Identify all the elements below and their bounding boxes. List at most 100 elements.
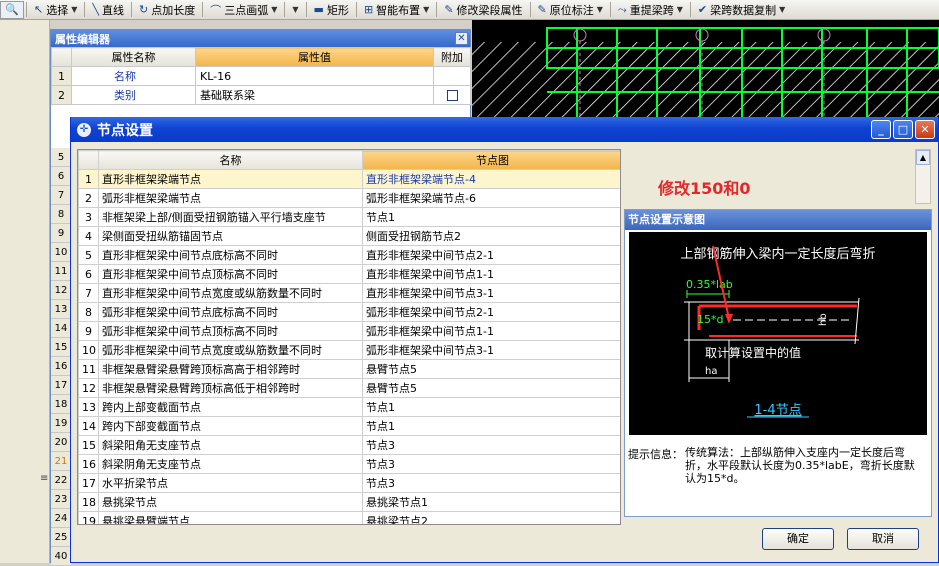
row-number: 18 — [51, 395, 71, 414]
property-value[interactable]: 基础联系梁 — [195, 85, 434, 105]
table-row[interactable]: 1 直形非框架梁端节点 直形非框架梁端节点-4 — [78, 169, 620, 189]
node-value[interactable]: 悬臂节点5 — [362, 378, 620, 398]
table-row[interactable]: 11 非框架悬臂梁悬臂跨顶标高高于相邻跨时 悬臂节点5 — [78, 359, 620, 379]
table-row[interactable]: 10 弧形非框架梁中间节点宽度或纵筋数量不同时 弧形非框架梁中间节点3-1 — [78, 340, 620, 360]
table-row[interactable]: 7 直形非框架梁中间节点宽度或纵筋数量不同时 直形非框架梁中间节点3-1 — [78, 283, 620, 303]
chevron-down-icon[interactable]: ▼ — [597, 5, 603, 14]
node-value[interactable]: 直形非框架梁中间节点1-1 — [362, 264, 620, 284]
node-value[interactable]: 节点1 — [362, 207, 620, 227]
node-value[interactable]: 弧形非框架梁端节点-6 — [362, 188, 620, 208]
table-row[interactable]: 19 悬挑梁悬臂端节点 悬挑梁节点2 — [78, 511, 620, 524]
table-row[interactable]: 6 直形非框架梁中间节点顶标高不同时 直形非框架梁中间节点1-1 — [78, 264, 620, 284]
cancel-button[interactable]: 取消 — [847, 528, 919, 550]
table-row[interactable]: 13 跨内上部变截面节点 节点1 — [78, 397, 620, 417]
node-value[interactable]: 弧形非框架梁中间节点1-1 — [362, 321, 620, 341]
toolbar-separator — [529, 2, 531, 17]
node-value[interactable]: 悬挑梁节点1 — [362, 492, 620, 512]
cad-drawing-area[interactable] — [472, 20, 939, 118]
toolbar-item[interactable]: ▼ — [287, 1, 303, 19]
node-value[interactable]: 节点3 — [362, 454, 620, 474]
toolbar-item[interactable]: ▬ 矩形 — [309, 1, 354, 19]
toolbar-item[interactable]: ✔ 梁跨数据复制 ▼ — [693, 1, 790, 19]
node-value[interactable]: 弧形非框架梁中间节点3-1 — [362, 340, 620, 360]
close-icon[interactable]: ✕ — [915, 120, 935, 139]
row-number: 13 — [51, 300, 71, 319]
table-row[interactable]: 15 斜梁阳角无支座节点 节点3 — [78, 435, 620, 455]
table-row[interactable]: 4 梁侧面受扭纵筋锚固节点 侧面受扭钢筋节点2 — [78, 226, 620, 246]
property-row[interactable]: 2 类别 基础联系梁 — [51, 85, 471, 105]
table-row[interactable]: 17 水平折梁节点 节点3 — [78, 473, 620, 493]
toolbar-item[interactable]: ⊞ 智能布置 ▼ — [359, 1, 434, 19]
toolbar-item[interactable]: ✎ 修改梁段属性 — [439, 1, 527, 19]
row-index: 14 — [78, 416, 99, 436]
toolbar-item[interactable]: ╲ 直线 — [87, 1, 129, 19]
minimize-icon[interactable]: _ — [871, 120, 891, 139]
chevron-down-icon[interactable]: ▼ — [423, 5, 429, 14]
node-value[interactable]: 节点3 — [362, 435, 620, 455]
node-value[interactable]: 节点1 — [362, 416, 620, 436]
ok-button[interactable]: 确定 — [762, 528, 834, 550]
toolbar-item[interactable]: ✎ 原位标注 ▼ — [533, 1, 608, 19]
table-row[interactable]: 18 悬挑梁节点 悬挑梁节点1 — [78, 492, 620, 512]
node-value[interactable]: 弧形非框架梁中间节点2-1 — [362, 302, 620, 322]
node-value[interactable]: 节点1 — [362, 397, 620, 417]
toolbar-item[interactable]: ↖ 选择 ▼ — [29, 1, 82, 19]
node-value[interactable]: 直形非框架梁端节点-4 — [362, 169, 620, 189]
node-table-header: 名称 节点图 — [78, 150, 620, 170]
node-name: 弧形非框架梁中间节点底标高不同时 — [98, 302, 363, 322]
table-row[interactable]: 14 跨内下部变截面节点 节点1 — [78, 416, 620, 436]
scroll-up-icon[interactable]: ▲ — [916, 150, 930, 165]
close-icon[interactable]: ✕ — [455, 32, 468, 45]
property-editor-title: 属性编辑器 — [55, 32, 110, 46]
toolbar-separator — [26, 2, 27, 17]
node-value[interactable]: 侧面受扭钢筋节点2 — [362, 226, 620, 246]
table-row[interactable]: 3 非框架梁上部/侧面受扭钢筋锚入平行墙支座节 节点1 — [78, 207, 620, 227]
node-value[interactable]: 节点3 — [362, 473, 620, 493]
row-number: 19 — [51, 414, 71, 433]
chevron-down-icon[interactable]: ▼ — [271, 5, 277, 14]
table-row[interactable]: 8 弧形非框架梁中间节点底标高不同时 弧形非框架梁中间节点2-1 — [78, 302, 620, 322]
node-value[interactable]: 直形非框架梁中间节点2-1 — [362, 245, 620, 265]
toolbar-item[interactable]: ⌒ 三点画弧 ▼ — [205, 1, 282, 19]
toolbar-separator — [689, 2, 691, 17]
preview-scrollbar[interactable]: ▲ — [915, 149, 931, 204]
table-row[interactable]: 16 斜梁阴角无支座节点 节点3 — [78, 454, 620, 474]
table-row[interactable]: 2 弧形非框架梁端节点 弧形非框架梁端节点-6 — [78, 188, 620, 208]
row-number: 7 — [51, 186, 71, 205]
maximize-icon[interactable]: □ — [893, 120, 913, 139]
chevron-down-icon[interactable]: ▼ — [779, 5, 785, 14]
property-value[interactable]: KL-16 — [195, 66, 434, 86]
toolbar-item[interactable]: ⤳ 重提梁跨 ▼ — [613, 1, 688, 19]
chevron-down-icon[interactable]: ▼ — [292, 5, 298, 14]
node-value[interactable]: 悬臂节点5 — [362, 359, 620, 379]
toolbar-item[interactable]: ↻ 点加长度 — [134, 1, 200, 19]
row-index: 18 — [78, 492, 99, 512]
node-name: 直形非框架梁中间节点顶标高不同时 — [98, 264, 363, 284]
property-row[interactable]: 1 名称 KL-16 — [51, 66, 471, 86]
edit-beam-icon: ✎ — [444, 3, 454, 16]
row-number: 11 — [51, 262, 71, 281]
node-diagram: 上部钢筋伸入梁内一定长度后弯折 0.35*lab 15*d hb ha 取计算设… — [629, 232, 927, 435]
row-number: 14 — [51, 319, 71, 338]
node-value[interactable]: 直形非框架梁中间节点3-1 — [362, 283, 620, 303]
table-row[interactable]: 9 弧形非框架梁中间节点顶标高不同时 弧形非框架梁中间节点1-1 — [78, 321, 620, 341]
node-name: 梁侧面受扭纵筋锚固节点 — [98, 226, 363, 246]
toolbar-separator — [305, 2, 307, 17]
extra-checkbox[interactable] — [446, 90, 458, 101]
chevron-down-icon[interactable]: ▼ — [677, 5, 683, 14]
collapse-handle-icon[interactable]: ≡ — [40, 473, 48, 484]
row-number: 6 — [51, 167, 71, 186]
chevron-down-icon[interactable]: ▼ — [71, 5, 77, 14]
window-controls: _ □ ✕ — [871, 120, 935, 139]
search-icon[interactable]: 🔍 — [0, 0, 24, 19]
column-header-extra: 附加 — [433, 47, 471, 67]
table-row[interactable]: 5 直形非框架梁中间节点底标高不同时 直形非框架梁中间节点2-1 — [78, 245, 620, 265]
row-index: 2 — [78, 188, 99, 208]
row-number: 22 — [51, 471, 71, 490]
node-link[interactable]: 1-4节点 — [754, 403, 801, 418]
node-value[interactable]: 悬挑梁节点2 — [362, 511, 620, 524]
row-number: 15 — [51, 338, 71, 357]
row-index: 16 — [78, 454, 99, 474]
table-row[interactable]: 12 非框架悬臂梁悬臂跨顶标高低于相邻跨时 悬臂节点5 — [78, 378, 620, 398]
property-table: 属性名称 属性值 附加 1 名称 KL-16 2 类别 基础联系梁 — [51, 47, 471, 105]
